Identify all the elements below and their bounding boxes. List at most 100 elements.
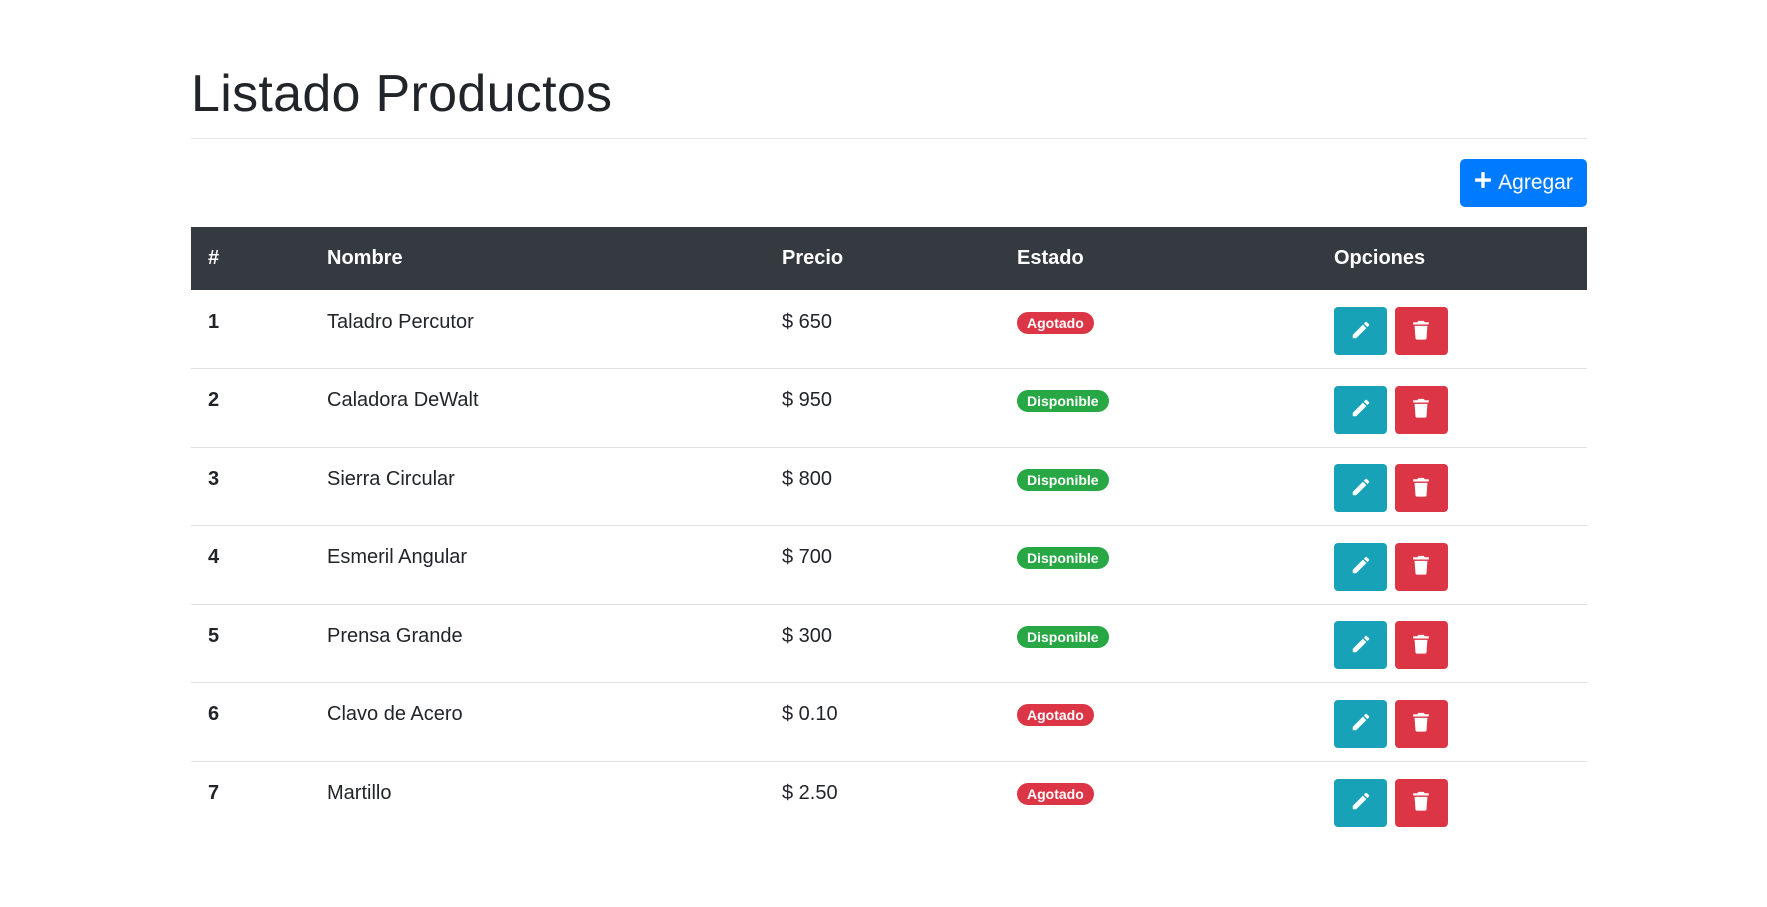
product-price: $ 650: [782, 310, 833, 333]
edit-button[interactable]: [1334, 464, 1387, 513]
pencil-icon: [1350, 554, 1372, 579]
row-name: Martillo: [310, 761, 765, 840]
row-options: [1317, 683, 1587, 762]
row-number: 6: [191, 683, 310, 762]
row-price: $ 0.10: [765, 683, 1000, 762]
add-button-label: Agregar: [1498, 171, 1573, 194]
table-row: 7 Martillo $ 2.50 Agotado: [191, 761, 1587, 840]
row-status: Disponible: [1000, 369, 1317, 448]
edit-button[interactable]: [1334, 307, 1387, 355]
row-options: [1317, 447, 1587, 526]
row-status: Agotado: [1000, 761, 1317, 840]
trash-icon: [1410, 319, 1432, 344]
product-price: $ 800: [782, 467, 833, 490]
product-name: Clavo de Acero: [327, 703, 463, 726]
header-number: #: [208, 247, 220, 269]
edit-button[interactable]: [1334, 699, 1387, 748]
row-number-text: 7: [208, 782, 220, 804]
pencil-icon: [1350, 319, 1372, 344]
product-name: Martillo: [327, 782, 392, 804]
trash-icon: [1410, 790, 1432, 815]
row-price: $ 300: [765, 604, 1000, 683]
row-number-text: 4: [208, 546, 220, 569]
row-price: $ 700: [765, 526, 1000, 605]
table-row: 3 Sierra Circular $ 800 Disponible: [191, 447, 1587, 526]
table-row: 1 Taladro Percutor $ 650 Agotado: [191, 290, 1587, 369]
status-badge: Agotado: [1017, 704, 1094, 727]
row-options: [1317, 290, 1587, 369]
row-options: [1317, 526, 1587, 605]
trash-icon: [1410, 711, 1432, 736]
delete-button[interactable]: [1394, 699, 1448, 748]
row-name: Esmeril Angular: [310, 526, 765, 605]
edit-button[interactable]: [1334, 778, 1387, 827]
row-status: Agotado: [1000, 290, 1317, 369]
delete-button[interactable]: [1394, 542, 1448, 591]
row-number: 2: [191, 369, 310, 448]
add-button[interactable]: Agregar: [1460, 159, 1587, 207]
row-number: 5: [191, 604, 310, 683]
row-price: $ 650: [765, 290, 1000, 369]
row-number-text: 3: [208, 467, 220, 490]
status-badge: Disponible: [1017, 625, 1109, 648]
toolbar: Agregar: [191, 139, 1587, 227]
row-options: [1317, 369, 1587, 448]
product-name: Esmeril Angular: [327, 546, 468, 569]
pencil-icon: [1350, 790, 1372, 815]
row-number: 4: [191, 526, 310, 605]
row-name: Sierra Circular: [310, 447, 765, 526]
row-number-text: 1: [208, 310, 220, 333]
row-status: Disponible: [1000, 526, 1317, 605]
pencil-icon: [1350, 711, 1372, 736]
row-price: $ 950: [765, 369, 1000, 448]
row-number: 3: [191, 447, 310, 526]
table-row: 4 Esmeril Angular $ 700 Disponible: [191, 526, 1587, 605]
status-badge: Disponible: [1017, 468, 1109, 491]
table-row: 5 Prensa Grande $ 300 Disponible: [191, 604, 1587, 683]
trash-icon: [1410, 397, 1432, 422]
row-status: Disponible: [1000, 447, 1317, 526]
row-status: Agotado: [1000, 683, 1317, 762]
row-number-text: 6: [208, 703, 220, 726]
row-name: Caladora DeWalt: [310, 369, 765, 448]
product-name: Sierra Circular: [327, 467, 455, 490]
status-badge: Disponible: [1017, 390, 1109, 413]
page-title: Listado Productos: [191, 65, 613, 123]
product-price: $ 0.10: [782, 703, 838, 726]
edit-button[interactable]: [1334, 621, 1387, 670]
row-price: $ 800: [765, 447, 1000, 526]
header-row: # Nombre Precio Estado Opciones: [191, 227, 1587, 290]
trash-icon: [1410, 633, 1432, 658]
product-price: $ 950: [782, 389, 833, 412]
table-body: 1 Taladro Percutor $ 650 Agotado 2 Calad…: [191, 290, 1587, 840]
product-name: Prensa Grande: [327, 624, 463, 647]
row-number-text: 5: [208, 624, 220, 647]
row-name: Taladro Percutor: [310, 290, 765, 369]
edit-button[interactable]: [1334, 385, 1387, 434]
row-name: Clavo de Acero: [310, 683, 765, 762]
pencil-icon: [1350, 633, 1372, 658]
edit-button[interactable]: [1334, 542, 1387, 591]
products-table: # Nombre Precio Estado Opciones 1 Taladr…: [191, 227, 1587, 840]
row-options: [1317, 604, 1587, 683]
product-price: $ 700: [782, 546, 833, 569]
row-number: 7: [191, 761, 310, 840]
status-badge: Disponible: [1017, 547, 1109, 570]
product-name: Caladora DeWalt: [327, 389, 479, 412]
delete-button[interactable]: [1394, 385, 1448, 434]
header-status: Estado: [1017, 247, 1084, 269]
row-options: [1317, 761, 1587, 840]
main-container: Listado Productos Agregar # Nombre Preci…: [191, 0, 1587, 840]
row-number: 1: [191, 290, 310, 369]
row-price: $ 2.50: [765, 761, 1000, 840]
table-header: # Nombre Precio Estado Opciones: [191, 227, 1587, 290]
delete-button[interactable]: [1394, 621, 1448, 670]
delete-button[interactable]: [1394, 464, 1448, 513]
header-options: Opciones: [1334, 247, 1426, 269]
table-row: 6 Clavo de Acero $ 0.10 Agotado: [191, 683, 1587, 762]
product-name: Taladro Percutor: [327, 310, 474, 333]
delete-button[interactable]: [1394, 307, 1448, 355]
pencil-icon: [1350, 397, 1372, 422]
delete-button[interactable]: [1394, 778, 1448, 827]
plus-icon: [1474, 171, 1492, 195]
